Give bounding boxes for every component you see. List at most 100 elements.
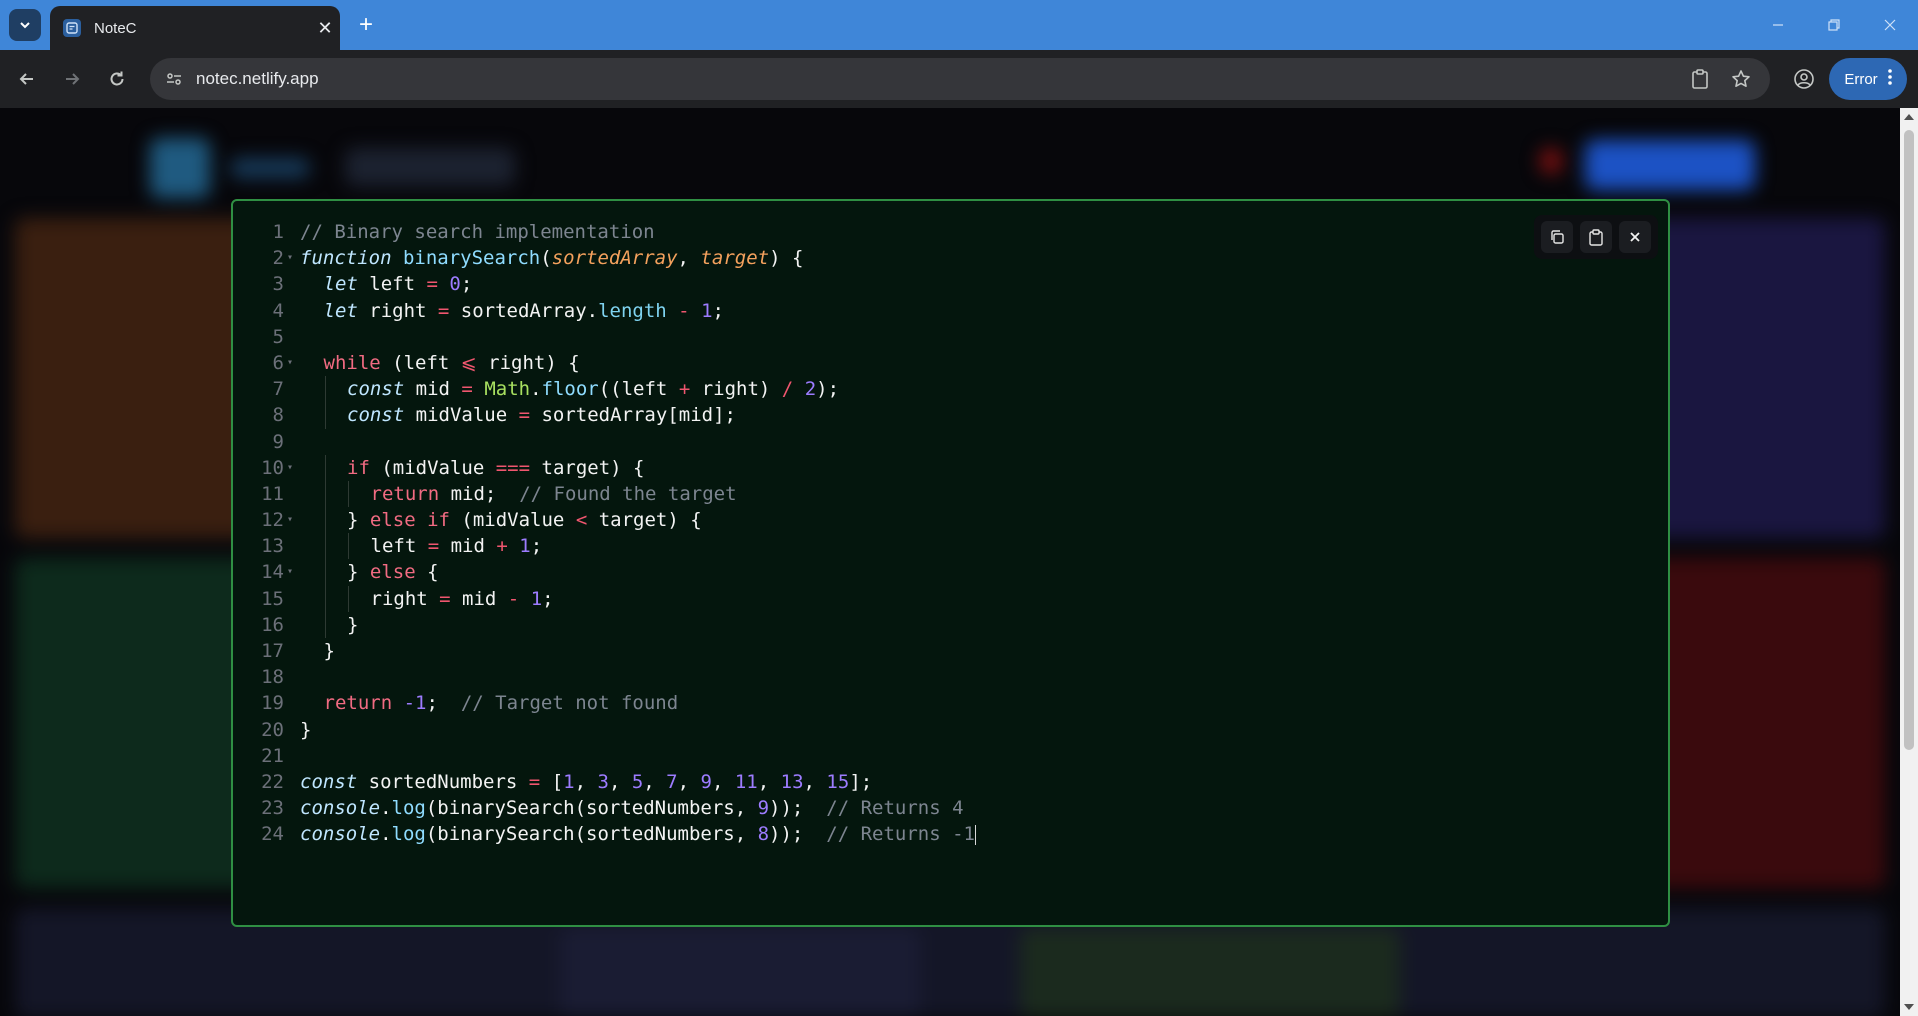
reload-button[interactable]: [101, 63, 133, 95]
code-token: }: [347, 613, 359, 636]
code-line[interactable]: 19 return -1; // Target not found: [251, 690, 1518, 716]
code-line[interactable]: 5: [251, 324, 1518, 350]
new-tab-button[interactable]: +: [352, 11, 380, 39]
editor-action-bar: [1534, 215, 1658, 259]
code-line[interactable]: 14 ▾} else {: [251, 559, 1518, 586]
gutter-spacer: [284, 795, 296, 821]
code-line[interactable]: 24 console.log(binarySearch(sortedNumbers…: [251, 821, 1518, 847]
scroll-up-icon[interactable]: [1904, 114, 1914, 120]
minimize-icon[interactable]: [1750, 0, 1806, 50]
code-line[interactable]: 21: [251, 743, 1518, 769]
scroll-down-icon[interactable]: [1904, 1004, 1914, 1010]
gutter-spacer: [284, 376, 296, 402]
indent-guide: [324, 454, 326, 481]
code-token: console: [300, 823, 381, 846]
code-token: 7: [666, 770, 678, 793]
code-token: mid: [439, 535, 497, 558]
fold-toggle-icon[interactable]: ▾: [284, 455, 296, 481]
window-close-icon[interactable]: [1862, 0, 1918, 50]
page-scrollbar[interactable]: [1900, 108, 1918, 1016]
browser-tab[interactable]: NoteC ✕: [50, 6, 340, 50]
code-token: 3: [597, 770, 609, 793]
code-line[interactable]: 20}: [251, 717, 1518, 743]
copy-button[interactable]: [1541, 221, 1574, 253]
code-line[interactable]: 4 let right = sortedArray.length - 1;: [251, 298, 1518, 324]
gutter-spacer: [284, 533, 296, 559]
code-line[interactable]: 23 console.log(binarySearch(sortedNumbers…: [251, 795, 1518, 821]
indent-guide: [348, 533, 349, 560]
code-token: sortedArray.: [449, 299, 599, 322]
code-line[interactable]: 10 ▾ if (midValue === target) {: [251, 454, 1518, 481]
code-token: =: [437, 299, 450, 322]
line-number: 17: [261, 640, 284, 662]
code-area[interactable]: 1// Binary search implementation 2 ▾ functi…: [251, 219, 1518, 848]
code-token: <: [575, 509, 588, 532]
code-line[interactable]: 15 right = mid - 1;: [251, 585, 1518, 612]
bookmark-star-icon[interactable]: [1729, 67, 1753, 91]
profile-icon[interactable]: [1788, 63, 1820, 95]
tab-search-button[interactable]: [9, 9, 41, 41]
code-token: target: [700, 247, 770, 270]
site-info-icon[interactable]: [162, 67, 186, 91]
code-token: 9: [700, 770, 712, 793]
forward-button[interactable]: [56, 63, 88, 95]
indent-guide: [324, 507, 326, 534]
code-token: const: [347, 404, 405, 427]
code-token: right) {: [476, 351, 580, 374]
restore-icon[interactable]: [1806, 0, 1862, 50]
code-line[interactable]: 22 const sortedNumbers = [1, 3, 5, 7, 9, …: [251, 769, 1518, 795]
code-token: mid;: [439, 482, 520, 505]
code-text: left = mid + 1;: [296, 533, 542, 560]
code-line[interactable]: 16}: [251, 611, 1518, 638]
close-button[interactable]: [1618, 221, 1651, 253]
profile-error-button[interactable]: Error: [1829, 58, 1907, 100]
code-line[interactable]: 2 ▾ function binarySearch(sortedArray, tar…: [251, 245, 1518, 271]
code-token: return: [370, 482, 440, 505]
code-text: while (left ⩽ right) {: [296, 350, 580, 376]
address-bar[interactable]: notec.netlify.app: [150, 58, 1770, 100]
fold-toggle-icon[interactable]: ▾: [284, 350, 296, 376]
code-line[interactable]: 17}: [251, 638, 1518, 664]
code-line[interactable]: 3 let left = 0;: [251, 271, 1518, 297]
code-token: let: [323, 299, 358, 322]
back-button[interactable]: [11, 63, 43, 95]
line-number: 8: [272, 404, 284, 427]
code-text: const mid = Math.floor((left + right) / …: [296, 376, 839, 403]
gutter-spacer: [284, 429, 296, 455]
line-number: 21: [261, 744, 284, 767]
code-line[interactable]: 13 left = mid + 1;: [251, 533, 1518, 560]
line-number: 4: [272, 299, 284, 322]
code-line[interactable]: 9: [251, 429, 1518, 455]
notec-favicon-icon: [63, 19, 81, 37]
code-editor-modal: 1// Binary search implementation 2 ▾ functi…: [231, 199, 1670, 927]
code-token: ⩽: [460, 351, 477, 374]
code-line[interactable]: 8 const midValue = sortedArray[mid];: [251, 402, 1518, 429]
paste-button[interactable]: [1579, 221, 1612, 253]
code-line[interactable]: 7 const mid = Math.floor((left + right) /…: [251, 376, 1518, 403]
fold-toggle-icon[interactable]: ▾: [284, 507, 296, 533]
arrow-right-icon: [66, 73, 80, 85]
clipboard-icon[interactable]: [1688, 67, 1712, 91]
line-number: 20: [261, 718, 284, 741]
code-line[interactable]: 11 return mid; // Found the target: [251, 480, 1518, 508]
code-line[interactable]: 18: [251, 664, 1518, 690]
code-text: }: [296, 717, 311, 743]
code-line[interactable]: 12 ▾} else if (midValue < target) {: [251, 507, 1518, 534]
fold-toggle-icon[interactable]: ▾: [284, 245, 296, 271]
code-line[interactable]: 1 // Binary search implementation: [251, 219, 1518, 245]
gutter-spacer: [284, 324, 296, 350]
code-text: right = mid - 1;: [296, 585, 554, 612]
code-token: 13: [780, 770, 804, 793]
scroll-thumb[interactable]: [1904, 130, 1914, 750]
line-number: 10: [261, 456, 284, 479]
code-token: sortedArray[mid];: [530, 404, 736, 427]
code-line[interactable]: 6 ▾ while (left ⩽ right) {: [251, 350, 1518, 376]
tab-close-icon[interactable]: ✕: [310, 18, 340, 39]
code-token: 0: [449, 273, 461, 296]
fold-toggle-icon[interactable]: ▾: [284, 559, 296, 585]
